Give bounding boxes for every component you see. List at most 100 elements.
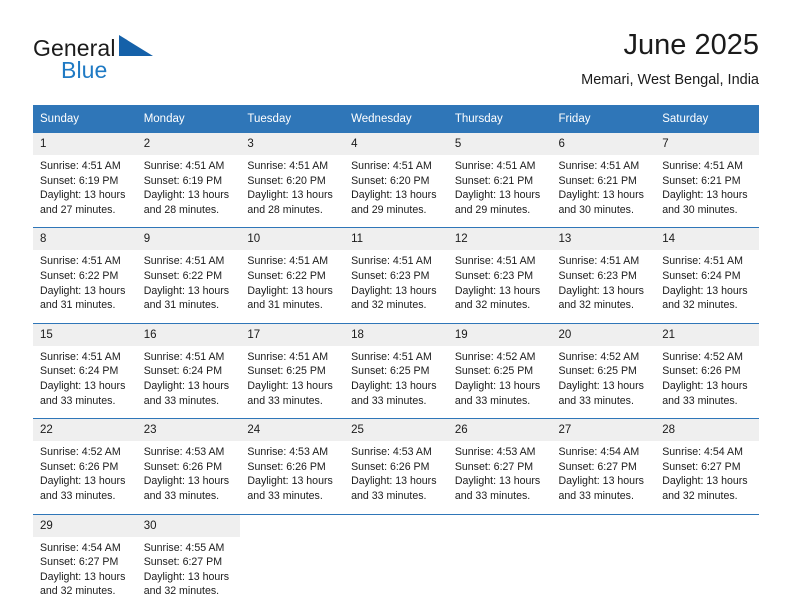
day-details: Sunrise: 4:51 AM Sunset: 6:21 PM Daylight:…	[448, 155, 552, 227]
daylight-text-line1: Daylight: 13 hours	[558, 475, 644, 488]
calendar-day-cell-empty	[447, 513, 552, 609]
day-details: Sunrise: 4:51 AM Sunset: 6:21 PM Daylight:…	[552, 155, 656, 227]
sunset-text: Sunset: 6:26 PM	[662, 365, 741, 378]
daylight-text-line2: and 33 minutes.	[351, 394, 427, 407]
calendar-day-cell[interactable]: 11 Sunrise: 4:51 AM Sunset: 6:23 PM Dayligh…	[344, 227, 448, 324]
sunrise-text: Sunrise: 4:51 AM	[351, 255, 432, 268]
sunset-text: Sunset: 6:23 PM	[351, 269, 430, 282]
daylight-text-line2: and 32 minutes.	[351, 299, 427, 312]
daylight-text-line2: and 31 minutes.	[40, 299, 116, 312]
calendar-day-cell[interactable]: 28 Sunrise: 4:54 AM Sunset: 6:27 PM Dayligh…	[655, 418, 759, 514]
calendar-day-cell[interactable]: 30 Sunrise: 4:55 AM Sunset: 6:27 PM Dayligh…	[136, 513, 241, 609]
day-details	[344, 537, 448, 597]
day-number	[240, 514, 345, 537]
weekday-header-wednesday: Wednesday	[344, 105, 448, 133]
day-number: 14	[655, 228, 759, 251]
calendar-day-cell[interactable]: 26 Sunrise: 4:53 AM Sunset: 6:27 PM Dayligh…	[447, 418, 552, 514]
calendar-day-cell[interactable]: 3 Sunrise: 4:51 AM Sunset: 6:20 PM Daylight…	[240, 133, 345, 228]
day-number: 12	[447, 228, 552, 251]
sunrise-text: Sunrise: 4:51 AM	[454, 160, 536, 172]
sunrise-text: Sunrise: 4:51 AM	[143, 160, 225, 172]
day-details: Sunrise: 4:53 AM Sunset: 6:26 PM Daylight:…	[137, 441, 241, 513]
day-details: Sunrise: 4:51 AM Sunset: 6:24 PM Daylight:…	[33, 346, 137, 418]
calendar-day-cell-empty	[344, 513, 448, 609]
calendar-day-cell[interactable]: 15 Sunrise: 4:51 AM Sunset: 6:24 PM Dayligh…	[33, 322, 137, 419]
day-number: 29	[33, 514, 137, 537]
calendar-day-cell-empty	[240, 513, 345, 609]
calendar-day-cell[interactable]: 5 Sunrise: 4:51 AM Sunset: 6:21 PM Daylight…	[447, 133, 552, 228]
calendar-day-cell[interactable]: 23 Sunrise: 4:53 AM Sunset: 6:26 PM Dayligh…	[136, 418, 241, 514]
calendar-day-cell[interactable]: 16 Sunrise: 4:51 AM Sunset: 6:24 PM Dayligh…	[136, 322, 241, 419]
brand-logo[interactable]: General Blue	[33, 34, 233, 90]
sunset-text: Sunset: 6:26 PM	[351, 460, 430, 473]
calendar-day-cell[interactable]: 21 Sunrise: 4:52 AM Sunset: 6:26 PM Dayligh…	[655, 322, 759, 419]
sunrise-text: Sunrise: 4:52 AM	[454, 350, 536, 363]
daylight-text-line1: Daylight: 13 hours	[662, 475, 748, 488]
daylight-text-line2: and 32 minutes.	[454, 299, 531, 312]
calendar-day-cell[interactable]: 17 Sunrise: 4:51 AM Sunset: 6:25 PM Dayligh…	[240, 322, 345, 419]
calendar-day-cell[interactable]: 9 Sunrise: 4:51 AM Sunset: 6:22 PM Daylight…	[136, 227, 241, 324]
calendar-day-cell[interactable]: 2 Sunrise: 4:51 AM Sunset: 6:19 PM Daylight…	[136, 133, 241, 228]
day-details: Sunrise: 4:51 AM Sunset: 6:24 PM Daylight:…	[655, 250, 759, 322]
day-details: Sunrise: 4:51 AM Sunset: 6:22 PM Daylight:…	[137, 250, 241, 322]
daylight-text-line1: Daylight: 13 hours	[454, 475, 541, 488]
sunset-text: Sunset: 6:27 PM	[558, 460, 637, 473]
sunset-text: Sunset: 6:27 PM	[143, 556, 223, 569]
daylight-text-line1: Daylight: 13 hours	[662, 379, 748, 392]
calendar-day-cell[interactable]: 18 Sunrise: 4:51 AM Sunset: 6:25 PM Dayligh…	[344, 322, 448, 419]
daylight-text-line1: Daylight: 13 hours	[40, 189, 126, 202]
daylight-text-line1: Daylight: 13 hours	[454, 189, 541, 202]
sunset-text: Sunset: 6:22 PM	[247, 269, 326, 282]
calendar-day-cell[interactable]: 6 Sunrise: 4:51 AM Sunset: 6:21 PM Daylight…	[551, 133, 656, 228]
calendar-day-cell[interactable]: 12 Sunrise: 4:51 AM Sunset: 6:23 PM Dayligh…	[447, 227, 552, 324]
calendar-table: Sunday Monday Tuesday Wednesday Thursday…	[33, 105, 759, 609]
calendar-day-cell-empty	[551, 513, 656, 609]
calendar-day-cell[interactable]: 8 Sunrise: 4:51 AM Sunset: 6:22 PM Daylight…	[33, 227, 137, 324]
sunrise-text: Sunrise: 4:54 AM	[40, 541, 121, 554]
day-number: 6	[551, 133, 656, 155]
calendar-day-cell[interactable]: 24 Sunrise: 4:53 AM Sunset: 6:26 PM Dayligh…	[240, 418, 345, 514]
day-details: Sunrise: 4:51 AM Sunset: 6:20 PM Daylight:…	[344, 155, 448, 227]
daylight-text-line1: Daylight: 13 hours	[247, 189, 333, 202]
calendar-day-cell[interactable]: 10 Sunrise: 4:51 AM Sunset: 6:22 PM Dayligh…	[240, 227, 345, 324]
calendar-day-cell[interactable]: 29 Sunrise: 4:54 AM Sunset: 6:27 PM Dayligh…	[33, 513, 137, 609]
daylight-text-line1: Daylight: 13 hours	[143, 475, 230, 488]
day-details: Sunrise: 4:51 AM Sunset: 6:23 PM Daylight:…	[344, 250, 448, 322]
calendar-day-cell[interactable]: 27 Sunrise: 4:54 AM Sunset: 6:27 PM Dayligh…	[551, 418, 656, 514]
day-details: Sunrise: 4:51 AM Sunset: 6:22 PM Daylight:…	[240, 250, 344, 322]
sunrise-text: Sunrise: 4:51 AM	[454, 255, 536, 268]
calendar-day-cell[interactable]: 19 Sunrise: 4:52 AM Sunset: 6:25 PM Dayligh…	[447, 322, 552, 419]
sunset-text: Sunset: 6:26 PM	[143, 460, 223, 473]
daylight-text-line1: Daylight: 13 hours	[143, 189, 230, 202]
calendar-day-cell[interactable]: 1 Sunrise: 4:51 AM Sunset: 6:19 PM Daylight…	[33, 133, 137, 228]
sunrise-text: Sunrise: 4:51 AM	[662, 255, 743, 268]
sunrise-text: Sunrise: 4:51 AM	[558, 255, 640, 268]
day-details: Sunrise: 4:51 AM Sunset: 6:21 PM Daylight:…	[655, 155, 759, 227]
day-details: Sunrise: 4:51 AM Sunset: 6:23 PM Daylight:…	[448, 250, 552, 322]
day-number: 26	[447, 419, 552, 442]
daylight-text-line2: and 33 minutes.	[143, 489, 220, 502]
calendar-day-cell[interactable]: 22 Sunrise: 4:52 AM Sunset: 6:26 PM Dayligh…	[33, 418, 137, 514]
day-number: 15	[33, 323, 137, 346]
calendar-day-cell[interactable]: 13 Sunrise: 4:51 AM Sunset: 6:23 PM Dayligh…	[551, 227, 656, 324]
day-details	[448, 537, 552, 597]
sunset-text: Sunset: 6:21 PM	[558, 174, 637, 187]
sunset-text: Sunset: 6:24 PM	[143, 365, 223, 378]
sunset-text: Sunset: 6:24 PM	[662, 269, 741, 282]
daylight-text-line1: Daylight: 13 hours	[351, 284, 437, 297]
calendar-body: 1 Sunrise: 4:51 AM Sunset: 6:19 PM Daylight…	[33, 133, 759, 609]
calendar-day-cell[interactable]: 7 Sunrise: 4:51 AM Sunset: 6:21 PM Daylight…	[655, 133, 759, 228]
sunset-text: Sunset: 6:25 PM	[558, 365, 637, 378]
daylight-text-line1: Daylight: 13 hours	[143, 379, 230, 392]
sunrise-text: Sunrise: 4:53 AM	[143, 446, 225, 459]
day-number: 21	[655, 323, 759, 346]
calendar-day-cell[interactable]: 4 Sunrise: 4:51 AM Sunset: 6:20 PM Daylight…	[344, 133, 448, 228]
calendar-day-cell[interactable]: 20 Sunrise: 4:52 AM Sunset: 6:25 PM Dayligh…	[551, 322, 656, 419]
day-number: 27	[551, 419, 656, 442]
weekday-header-thursday: Thursday	[447, 105, 552, 133]
calendar-day-cell[interactable]: 25 Sunrise: 4:53 AM Sunset: 6:26 PM Dayligh…	[344, 418, 448, 514]
calendar-day-cell[interactable]: 14 Sunrise: 4:51 AM Sunset: 6:24 PM Dayligh…	[655, 227, 759, 324]
calendar-header-row: Sunday Monday Tuesday Wednesday Thursday…	[33, 105, 759, 133]
daylight-text-line1: Daylight: 13 hours	[40, 475, 126, 488]
sunrise-text: Sunrise: 4:51 AM	[351, 160, 432, 172]
